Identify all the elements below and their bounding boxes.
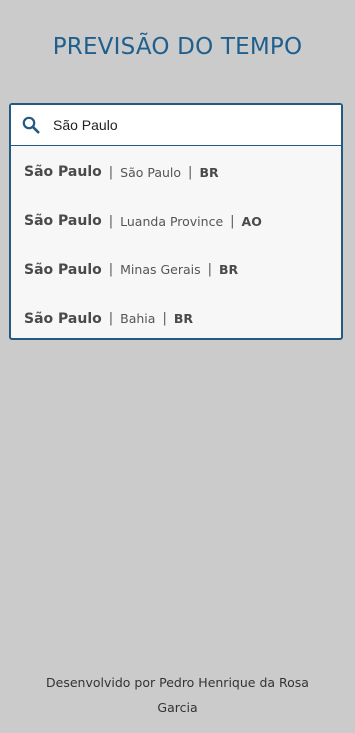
footer-credit: Desenvolvido por Pedro Henrique da Rosa … (46, 675, 309, 715)
page-title: PREVISÃO DO TEMPO (52, 34, 303, 60)
search-icon[interactable] (22, 116, 40, 134)
result-separator: | (162, 311, 167, 327)
result-country: BR (199, 164, 219, 180)
result-separator: | (108, 213, 114, 229)
result-separator: | (230, 213, 235, 229)
result-separator: | (108, 311, 114, 327)
result-country: BR (173, 311, 193, 327)
result-separator: | (207, 262, 213, 278)
result-city: São Paulo (24, 261, 102, 278)
result-country: BR (219, 262, 239, 278)
result-country: AO (241, 213, 262, 229)
result-region: Minas Gerais (120, 262, 201, 278)
result-region: São Paulo (120, 164, 182, 180)
list-item[interactable]: São Paulo | Bahia | BR (11, 294, 341, 343)
result-city: São Paulo (24, 164, 102, 181)
result-separator: | (188, 164, 193, 180)
search-box: São Paulo | São Paulo | BR São Paulo | L… (9, 103, 343, 340)
result-city: São Paulo (24, 213, 102, 230)
result-separator: | (108, 164, 114, 180)
search-bar (11, 105, 341, 146)
results-list: São Paulo | São Paulo | BR São Paulo | L… (11, 146, 341, 343)
list-item[interactable]: São Paulo | Minas Gerais | BR (11, 246, 341, 295)
result-separator: | (108, 262, 114, 278)
result-region: Luanda Province (120, 213, 224, 229)
list-item[interactable]: São Paulo | Luanda Province | AO (11, 197, 341, 246)
result-region: Bahia (120, 311, 156, 327)
list-item[interactable]: São Paulo | São Paulo | BR (11, 148, 341, 197)
search-input[interactable] (53, 113, 323, 137)
result-city: São Paulo (24, 310, 102, 327)
